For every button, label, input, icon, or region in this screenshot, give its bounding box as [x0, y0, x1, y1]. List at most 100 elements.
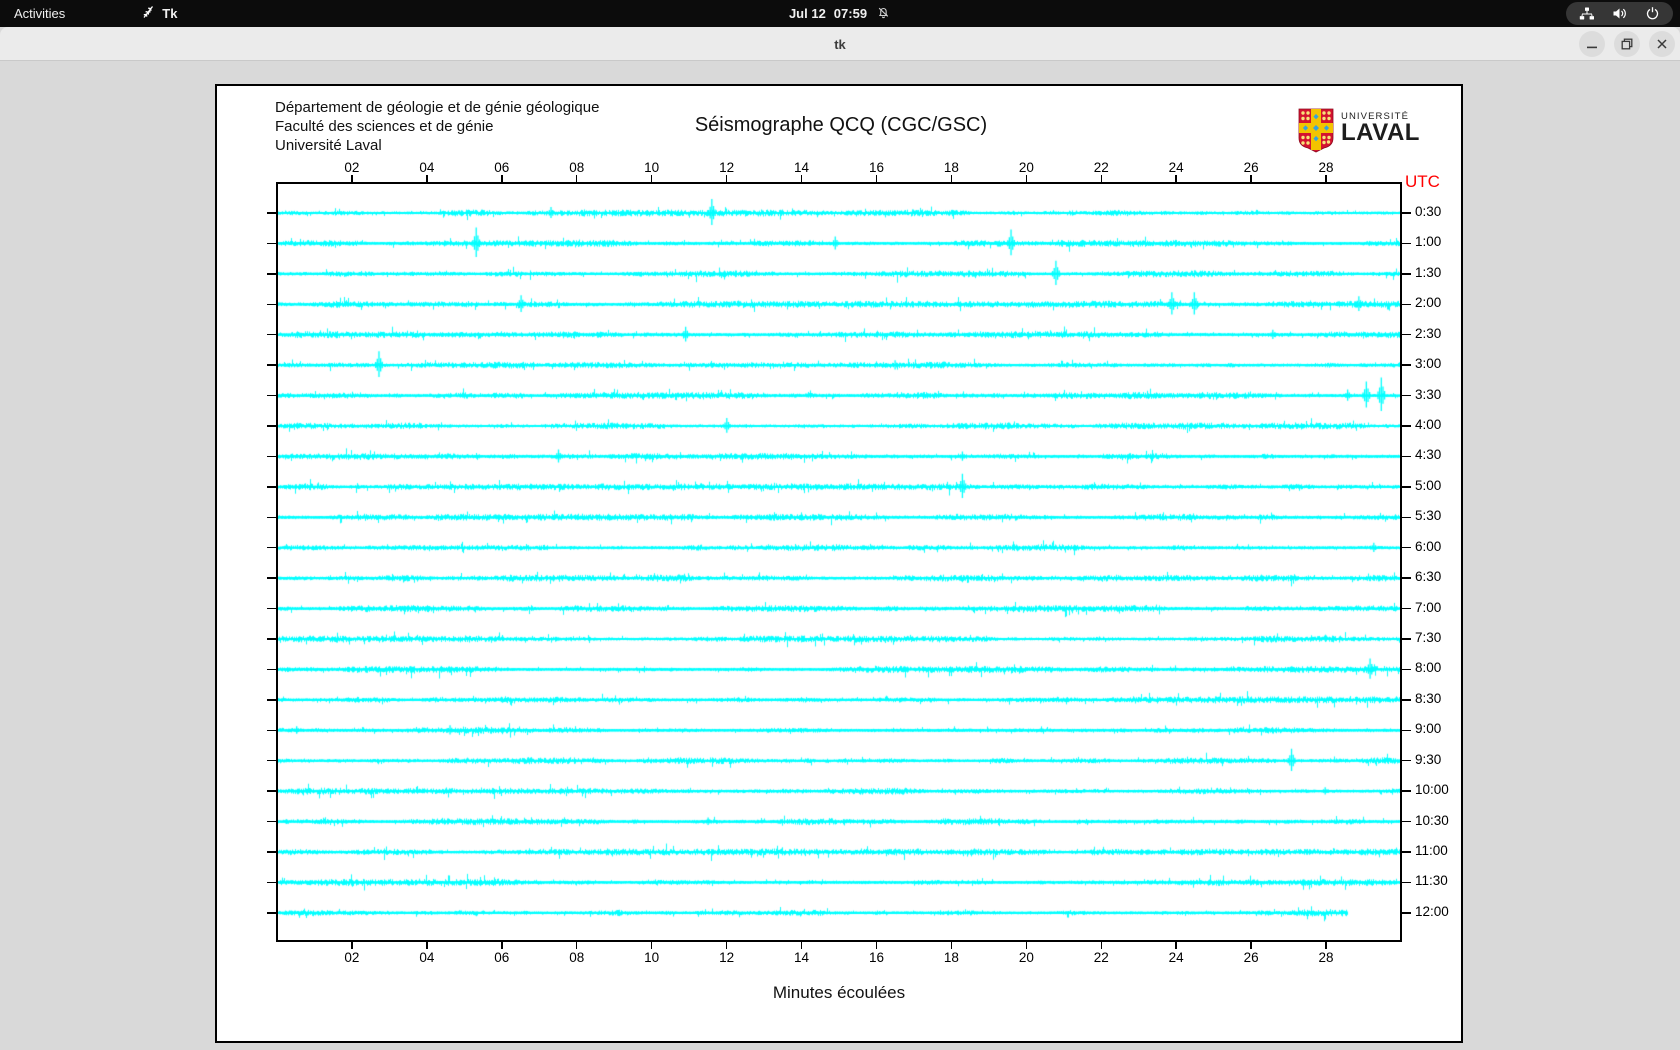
x-tick-label-top: 04 — [419, 160, 435, 175]
utc-row-label: 4:00 — [1415, 417, 1442, 432]
system-status-menu[interactable] — [1566, 2, 1673, 25]
row-tick-left — [267, 577, 276, 579]
row-tick-right — [1402, 699, 1411, 701]
utc-label: UTC — [1405, 172, 1440, 191]
window-title-bar[interactable]: tk — [0, 27, 1680, 61]
close-icon[interactable] — [1649, 31, 1675, 57]
row-tick-left — [267, 699, 276, 701]
x-tick-top — [1325, 175, 1327, 183]
x-tick-label-top: 24 — [1168, 160, 1184, 175]
laval-logo-bottom: LAVAL — [1341, 119, 1420, 146]
row-tick-left — [267, 394, 276, 397]
utc-row-label: 3:30 — [1415, 386, 1442, 402]
bell-muted-icon — [876, 5, 891, 23]
utc-row-label: 1:00 — [1415, 234, 1442, 250]
row-tick-left — [267, 881, 276, 884]
x-tick-bottom — [1025, 941, 1028, 949]
utc-row-label: 8:30 — [1415, 690, 1442, 706]
row-tick-left — [267, 638, 276, 640]
utc-row-label: 7:30 — [1415, 630, 1442, 646]
row-tick-right — [1402, 607, 1411, 610]
clock-menu-button[interactable]: Jul 12 07:59 — [789, 0, 891, 27]
x-tick-label-bottom: 08 — [569, 950, 585, 965]
utc-row-label: 6:00 — [1415, 538, 1442, 554]
x-tick-label-top: 16 — [868, 160, 884, 175]
x-tick-label-top: 28 — [1318, 160, 1334, 175]
utc-row-label: 1:30 — [1415, 264, 1442, 280]
x-tick-label-bottom: 10 — [644, 950, 660, 965]
row-tick-left — [267, 486, 276, 488]
row-tick-right — [1402, 820, 1411, 823]
x-tick-top — [1025, 175, 1028, 183]
x-tick-label-bottom: 18 — [943, 950, 959, 965]
x-tick-bottom — [501, 941, 503, 949]
row-tick-left — [267, 364, 276, 366]
row-tick-right — [1402, 668, 1411, 671]
row-tick-right — [1402, 516, 1411, 519]
maximize-button[interactable] — [1614, 31, 1640, 57]
utc-row-label: 10:30 — [1415, 812, 1449, 828]
row-tick-right — [1402, 729, 1411, 732]
x-tick-label-bottom: 22 — [1093, 950, 1109, 965]
x-tick-label-bottom: 14 — [794, 950, 810, 965]
x-tick-label-top: 06 — [494, 160, 510, 175]
row-tick-left — [267, 668, 276, 671]
x-tick-label-bottom: 12 — [719, 950, 735, 965]
utc-row-label: 12:00 — [1415, 903, 1449, 919]
x-tick-top — [950, 175, 953, 183]
utc-row-label: 9:30 — [1415, 751, 1442, 767]
x-tick-bottom — [1250, 941, 1252, 949]
x-tick-bottom — [950, 941, 953, 949]
utc-row-label: 11:00 — [1415, 843, 1448, 859]
row-tick-right — [1402, 638, 1411, 640]
row-tick-right — [1402, 577, 1411, 579]
row-tick-left — [267, 242, 276, 245]
volume-icon — [1612, 6, 1628, 21]
x-tick-label-top: 22 — [1093, 160, 1109, 175]
utc-row-label: 5:00 — [1415, 477, 1442, 493]
x-tick-label-top: 10 — [644, 160, 660, 175]
clock-time: 07:59 — [833, 6, 868, 21]
x-tick-top — [1100, 175, 1103, 183]
seismograph-canvas: Département de géologie et de génie géol… — [215, 84, 1463, 1043]
minimize-button[interactable] — [1579, 31, 1605, 57]
wired-network-icon — [1579, 6, 1595, 21]
utc-row-label: 11:30 — [1415, 873, 1448, 889]
x-tick-bottom — [1175, 941, 1177, 949]
row-tick-right — [1402, 546, 1411, 549]
laval-shield-icon — [1298, 108, 1334, 158]
x-tick-bottom — [426, 941, 428, 949]
row-tick-right — [1402, 759, 1411, 762]
seismogram-traces — [278, 184, 1400, 940]
tk-window-body: Département de géologie et de génie géol… — [0, 61, 1680, 1050]
row-tick-left — [267, 759, 276, 762]
row-tick-left — [267, 273, 276, 275]
utc-row-label: 7:00 — [1415, 599, 1442, 615]
row-tick-right — [1402, 851, 1411, 853]
row-tick-left — [267, 546, 276, 549]
clock-date: Jul 12 — [788, 6, 826, 21]
x-tick-label-bottom: 04 — [419, 950, 435, 965]
window-title: tk — [834, 36, 846, 52]
row-tick-left — [267, 912, 276, 914]
row-tick-right — [1402, 455, 1411, 458]
x-tick-top — [725, 175, 728, 183]
page-title: Séismographe QCQ (CGC/GSC) — [694, 114, 988, 136]
x-tick-top — [351, 175, 353, 183]
x-tick-bottom — [351, 941, 353, 949]
row-tick-right — [1402, 303, 1411, 306]
running-app-indicator[interactable]: Tk — [141, 5, 177, 23]
x-tick-label-bottom: 20 — [1018, 950, 1034, 965]
x-tick-label-bottom: 06 — [494, 950, 510, 965]
row-tick-left — [267, 820, 276, 823]
row-tick-right — [1402, 486, 1411, 488]
x-tick-label-bottom: 28 — [1318, 950, 1334, 965]
activities-label: Activities — [14, 6, 66, 21]
activities-button[interactable]: Activities — [0, 0, 79, 27]
x-tick-bottom — [875, 941, 878, 949]
x-tick-bottom — [1100, 941, 1103, 949]
gnome-top-bar: Activities Tk Jul 12 07:59 — [0, 0, 1680, 27]
row-tick-left — [267, 516, 276, 519]
x-tick-top — [575, 175, 578, 183]
x-tick-bottom — [725, 941, 728, 949]
